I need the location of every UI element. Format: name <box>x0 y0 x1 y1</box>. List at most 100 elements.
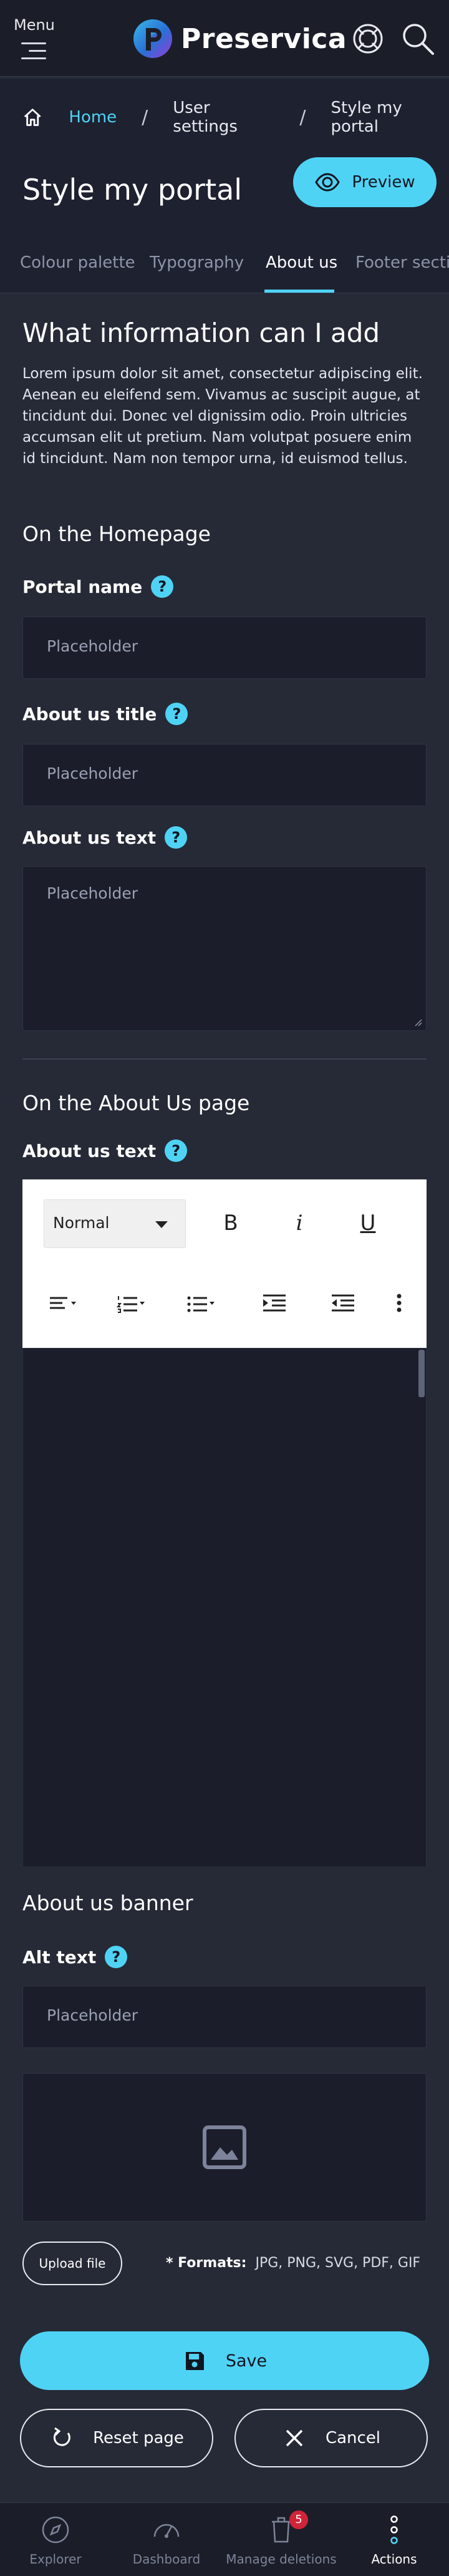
alt-text-input[interactable]: Placeholder <box>22 1986 427 2048</box>
image-placeholder-icon <box>203 2125 246 2169</box>
text-style-select[interactable]: Normal <box>44 1199 186 1248</box>
italic-button[interactable]: i <box>281 1204 318 1242</box>
help-icon[interactable]: ? <box>165 1139 188 1162</box>
menu-label: Menu <box>14 16 55 34</box>
upload-file-button[interactable]: Upload file <box>22 2242 122 2285</box>
section-heading: What information can I add <box>22 318 380 348</box>
breadcrumb-separator: / <box>299 106 306 129</box>
portal-name-label: Portal name ? <box>22 575 174 598</box>
breadcrumb-home-link[interactable]: Home <box>69 108 117 127</box>
about-us-title-input[interactable]: Placeholder <box>22 744 427 806</box>
align-left-icon <box>50 1297 76 1309</box>
outdent-button[interactable] <box>324 1284 362 1322</box>
preservica-logo[interactable]: Preservica <box>132 16 347 61</box>
underline-button[interactable]: U <box>349 1204 387 1242</box>
home-icon[interactable] <box>22 107 42 128</box>
help-icon[interactable]: ? <box>105 1946 128 1968</box>
formats-label: * Formats: <box>166 2255 247 2271</box>
save-icon <box>185 2352 204 2370</box>
banner-image-dropzone[interactable] <box>22 2073 427 2222</box>
portal-name-input[interactable]: Placeholder <box>22 617 427 679</box>
formats-value: JPG, PNG, SVG, PDF, GIF <box>255 2255 421 2271</box>
actions-icon <box>390 2515 398 2544</box>
bold-button[interactable]: B <box>212 1204 249 1242</box>
about-us-text-label-text: About us text <box>22 827 157 848</box>
about-us-text-area[interactable]: Placeholder <box>22 866 427 1031</box>
breadcrumb-user-settings[interactable]: User settings <box>173 99 274 136</box>
active-tab-indicator <box>264 290 334 293</box>
eye-icon <box>315 173 340 192</box>
settings-tabs: Colour palette Typography About us Foote… <box>0 237 449 293</box>
nav-explorer[interactable]: Explorer <box>17 2513 94 2575</box>
homepage-section-heading: On the Homepage <box>22 522 211 546</box>
nav-explorer-label: Explorer <box>29 2552 82 2567</box>
more-options-button[interactable] <box>380 1284 418 1322</box>
reset-label: Reset page <box>93 2429 184 2447</box>
close-icon <box>286 2429 303 2447</box>
align-dropdown-button[interactable] <box>45 1284 82 1322</box>
nav-actions[interactable]: Actions <box>364 2513 424 2575</box>
chevron-down-icon <box>155 1221 168 1228</box>
nav-deletions-label: Manage deletions <box>226 2552 337 2567</box>
help-icon[interactable]: ? <box>151 575 174 598</box>
page-title: Style my portal <box>22 173 243 207</box>
allowed-formats: * Formats: JPG, PNG, SVG, PDF, GIF <box>166 2255 420 2271</box>
tab-typography[interactable]: Typography <box>150 253 244 272</box>
tab-footer-section[interactable]: Footer sectio <box>355 253 449 272</box>
ordered-list-icon <box>116 1296 145 1313</box>
ordered-list-button[interactable] <box>113 1284 151 1322</box>
style-my-portal-page: Menu Preservica Home / User settings / S… <box>0 0 449 2576</box>
reset-icon <box>53 2427 70 2446</box>
breadcrumb: Home / User settings / Style my portal <box>0 79 449 156</box>
alt-text-label: Alt text ? <box>22 1946 128 1968</box>
about-page-section-heading: On the About Us page <box>22 1091 250 1115</box>
search-icon[interactable] <box>399 20 437 57</box>
resize-handle-icon[interactable] <box>412 1017 422 1027</box>
bottom-navigation: Explorer Dashboard 5 Manage deletions Ac… <box>0 2502 449 2576</box>
editor-scrollbar[interactable] <box>418 1350 425 1397</box>
save-label: Save <box>225 2351 268 2371</box>
about-page-text-label-text: About us text <box>22 1140 157 1161</box>
nav-dashboard[interactable]: Dashboard <box>125 2513 208 2575</box>
more-vertical-icon <box>397 1294 402 1312</box>
portal-name-label-text: Portal name <box>22 576 143 597</box>
help-icon[interactable] <box>349 20 387 57</box>
form-actions: Save Reset page Cancel <box>0 2301 449 2502</box>
indent-button[interactable] <box>256 1284 293 1322</box>
about-us-text-label: About us text ? <box>22 826 188 849</box>
about-us-title-label: About us title ? <box>22 703 188 725</box>
save-button[interactable]: Save <box>20 2331 429 2390</box>
nav-manage-deletions[interactable]: 5 Manage deletions <box>222 2510 340 2575</box>
tab-about-us[interactable]: About us <box>266 253 337 272</box>
preservica-logo-icon <box>133 19 172 58</box>
rich-text-editor-area[interactable] <box>22 1348 427 1867</box>
preview-label: Preview <box>352 173 415 192</box>
deletions-badge: 5 <box>289 2510 308 2529</box>
nav-dashboard-label: Dashboard <box>132 2552 201 2567</box>
about-page-text-label: About us text ? <box>22 1139 188 1162</box>
about-us-title-label-text: About us title <box>22 703 157 724</box>
tab-colour-palette[interactable]: Colour palette <box>20 253 135 272</box>
top-header: Menu Preservica <box>0 0 449 77</box>
help-icon[interactable]: ? <box>165 703 188 725</box>
help-icon[interactable]: ? <box>165 826 188 849</box>
reset-page-button[interactable]: Reset page <box>20 2409 213 2467</box>
about-us-text-placeholder: Placeholder <box>47 884 138 902</box>
about-us-form: What information can I add Lorem ipsum d… <box>0 293 449 2290</box>
title-row: Style my portal Preview <box>0 156 449 237</box>
bullet-list-button[interactable] <box>183 1284 221 1322</box>
cancel-button[interactable]: Cancel <box>234 2409 428 2467</box>
rich-text-toolbar: Normal B i U <box>22 1179 427 1348</box>
explorer-icon <box>42 2516 69 2544</box>
intro-text: Lorem ipsum dolor sit amet, consectetur … <box>22 366 423 467</box>
outdent-icon <box>332 1294 354 1312</box>
menu-icon <box>21 42 46 65</box>
breadcrumb-separator: / <box>142 106 148 129</box>
indent-icon <box>263 1294 286 1312</box>
bullet-list-icon <box>187 1296 215 1312</box>
menu-button[interactable]: Menu <box>14 16 64 66</box>
nav-actions-label: Actions <box>371 2552 417 2567</box>
alt-text-label-text: Alt text <box>22 1946 97 1968</box>
dashboard-icon <box>153 2524 180 2538</box>
preview-button[interactable]: Preview <box>293 157 437 207</box>
